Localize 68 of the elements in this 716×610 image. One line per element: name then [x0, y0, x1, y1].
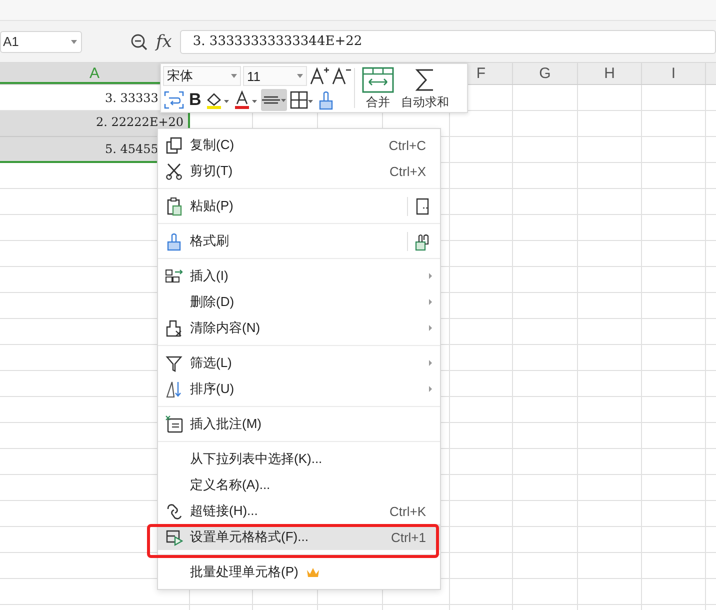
menu-item[interactable]: 删除(D)	[158, 289, 440, 315]
menu-label: 排序(U)	[190, 380, 234, 398]
bold-button[interactable]: B	[187, 90, 204, 110]
autosum-button[interactable]: 自动求和	[398, 66, 452, 110]
filter-icon	[165, 354, 183, 372]
shortcut-label: Ctrl+X	[390, 164, 426, 178]
menu-label: 清除内容(N)	[190, 319, 260, 337]
menu-label: 筛选(L)	[190, 354, 232, 372]
menu-label: 插入批注(M)	[190, 415, 262, 433]
format-brush-icon[interactable]	[317, 90, 336, 110]
menu-label: 批量处理单元格(P)	[190, 563, 298, 581]
link-icon	[165, 502, 183, 520]
grow-font-icon[interactable]	[309, 66, 329, 86]
column-header[interactable]: H	[578, 63, 642, 84]
sort-icon	[165, 380, 183, 398]
menu-label: 粘贴(P)	[190, 197, 234, 215]
shortcut-label: Ctrl+K	[390, 504, 426, 518]
eraser-icon	[165, 318, 183, 338]
brush-icon	[165, 232, 183, 250]
size-field[interactable]: 11	[243, 66, 307, 86]
caret-icon	[71, 40, 77, 44]
menu-label: 定义名称(A)...	[190, 476, 270, 494]
merge-button[interactable]: 合并	[358, 66, 398, 110]
menu-item[interactable]: 粘贴(P)	[158, 193, 440, 219]
menu-label: 剪切(T)	[190, 162, 233, 180]
zoom-icon[interactable]	[130, 32, 148, 50]
menu-label: 插入(I)	[190, 267, 228, 285]
align-button[interactable]	[261, 89, 288, 111]
font-color-icon[interactable]	[233, 90, 260, 110]
column-header[interactable]: I	[642, 63, 706, 84]
menu-label: 设置单元格格式(F)...	[190, 528, 308, 546]
menu-item[interactable]: 清除内容(N)	[158, 315, 440, 341]
caret-icon	[297, 74, 303, 78]
menu-label: 删除(D)	[190, 293, 234, 311]
clipboard-icon	[165, 196, 183, 216]
column-header[interactable]: G	[513, 63, 578, 84]
formula-field[interactable]: 3. 33333333333344E+22	[180, 30, 716, 54]
menu-item[interactable]: 超链接(H)... Ctrl+K	[158, 498, 440, 524]
border-icon[interactable]	[289, 90, 316, 110]
menu-item[interactable]: 格式刷	[158, 228, 440, 254]
crown-icon	[306, 566, 320, 578]
merge-cells-icon	[361, 66, 395, 94]
wrap-icon[interactable]	[163, 90, 185, 110]
menu-item[interactable]: 插入(I)	[158, 263, 440, 289]
menu-item[interactable]: 定义名称(A)...	[158, 472, 440, 498]
scissors-icon	[165, 162, 183, 180]
insert-icon	[165, 266, 183, 286]
menu-item[interactable]: 筛选(L)	[158, 350, 440, 376]
copy-icon	[165, 136, 183, 154]
shortcut-label: Ctrl+C	[388, 138, 426, 152]
caret-icon	[231, 74, 237, 78]
function-button[interactable]: fx	[156, 32, 172, 52]
name-box[interactable]: A1	[0, 30, 82, 52]
menu-label: 超链接(H)...	[190, 502, 258, 520]
shortcut-label: Ctrl+1	[390, 530, 426, 544]
cell-reference: A1	[3, 34, 19, 49]
font-field[interactable]: 宋体	[163, 66, 241, 86]
menu-label: 格式刷	[190, 232, 229, 250]
menu-label: 从下拉列表中选择(K)...	[190, 450, 322, 468]
menu-label: 复制(C)	[190, 136, 234, 154]
menu-item[interactable]: 从下拉列表中选择(K)...	[158, 446, 440, 472]
shrink-font-icon[interactable]	[331, 66, 351, 86]
menu-item[interactable]: 插入批注(M)	[158, 411, 440, 437]
menu-item[interactable]: 批量处理单元格(P)	[158, 559, 440, 585]
format-cells-icon	[165, 528, 183, 546]
menu-item[interactable]: 排序(U)	[158, 376, 440, 402]
comment-icon	[165, 414, 183, 434]
table-cell: 2. 22222E+20	[0, 111, 190, 137]
